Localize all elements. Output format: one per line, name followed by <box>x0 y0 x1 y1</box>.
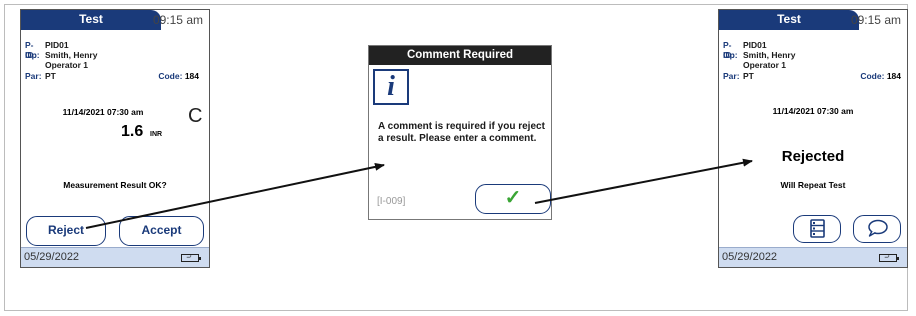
arrow-to-rejected <box>534 158 753 204</box>
flow-arrows <box>85 158 753 229</box>
arrow-to-dialog <box>85 162 385 229</box>
